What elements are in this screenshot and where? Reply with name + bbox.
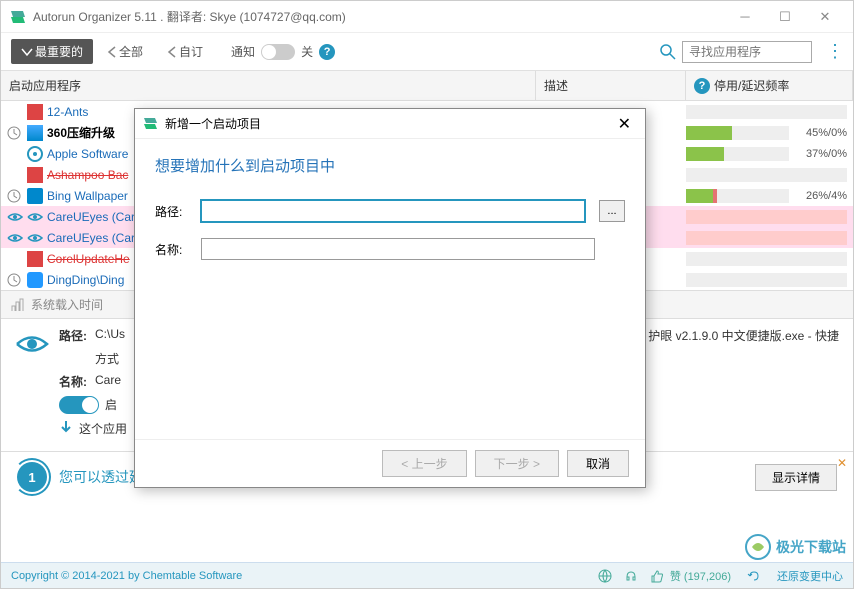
tip-badge: 1 [17, 462, 47, 492]
browse-button[interactable]: ... [599, 200, 625, 222]
freq-text: 45%/0% [793, 127, 847, 139]
toolbar: 最重要的 全部 自订 通知 关 ? ⋮ [1, 33, 853, 71]
col-header-app[interactable]: 启动应用程序 [1, 71, 536, 100]
window-title: Autorun Organizer 5.11 . 翻译者: Skye (1074… [33, 8, 725, 25]
notify-off-label: 关 [301, 43, 313, 60]
app-name: CareUEyes (Car [47, 231, 135, 245]
name-label: 名称: [59, 373, 95, 390]
filter-custom[interactable]: 自订 [157, 39, 213, 64]
clock-icon [7, 273, 21, 287]
method-label: 方式 [95, 350, 119, 367]
copyright: Copyright © 2014-2021 by Chemtable Softw… [11, 570, 592, 582]
path-input[interactable] [201, 200, 585, 222]
dialog-body: 想要增加什么到启动项目中 路径: ... 名称: [135, 139, 645, 439]
dialog-footer: < 上一步 下一步 > 取消 [135, 439, 645, 487]
menu-button[interactable]: ⋮ [826, 41, 843, 62]
app-name: 12-Ants [47, 105, 88, 119]
cancel-button[interactable]: 取消 [567, 450, 629, 477]
add-startup-dialog: 新增一个启动项目 ✕ 想要增加什么到启动项目中 路径: ... 名称: < 上一… [134, 108, 646, 488]
chevron-left-icon [107, 46, 117, 58]
watermark-logo-icon [744, 533, 772, 561]
notify-group: 通知 关 ? [231, 43, 335, 60]
path-suffix: 护眼 v2.1.9.0 中文便捷版.exe - 快捷 [648, 327, 839, 344]
prev-button[interactable]: < 上一步 [382, 450, 466, 477]
path-label: 路径: [59, 327, 95, 344]
show-details-button[interactable]: 显示详情 [755, 464, 837, 491]
path-field-label: 路径: [155, 203, 191, 220]
dialog-title: 新增一个启动项目 [165, 115, 612, 132]
chevron-left-icon [167, 46, 177, 58]
app-hint: 这个应用 [79, 420, 127, 437]
search-input[interactable] [682, 41, 812, 63]
next-button[interactable]: 下一步 > [475, 450, 559, 477]
search-icon [660, 44, 676, 60]
filter-all-label: 全部 [119, 43, 143, 60]
thumbs-up-icon[interactable] [650, 569, 664, 583]
app-name: CareUEyes (Car [47, 210, 135, 224]
freq-text: 37%/0% [793, 148, 847, 160]
restore-link[interactable]: 还原变更中心 [777, 568, 843, 584]
chevron-down-icon [21, 47, 33, 57]
enable-toggle[interactable] [59, 396, 99, 414]
path-value: C:\Us [95, 327, 125, 341]
close-button[interactable]: ✕ [805, 2, 845, 32]
dialog-titlebar: 新增一个启动项目 ✕ [135, 109, 645, 139]
headset-icon[interactable] [624, 569, 638, 583]
help-icon[interactable]: ? [319, 44, 335, 60]
name-field-label: 名称: [155, 241, 191, 258]
name-input[interactable] [201, 238, 595, 260]
app-name: DingDing\Ding [47, 273, 124, 287]
titlebar: Autorun Organizer 5.11 . 翻译者: Skye (1074… [1, 1, 853, 33]
search-box [660, 41, 812, 63]
app-name: Ashampoo Bac [47, 168, 128, 182]
filter-custom-label: 自订 [179, 43, 203, 60]
notify-toggle[interactable] [261, 44, 295, 60]
app-name: 360压缩升级 [47, 124, 115, 141]
notify-label: 通知 [231, 43, 255, 60]
enabled-label: 启 [105, 396, 117, 413]
watermark-text: 极光下载站 [776, 537, 846, 557]
column-headers: 启动应用程序 描述 ? 停用/延迟频率 [1, 71, 853, 101]
app-name: CorelUpdateHe [47, 252, 130, 266]
minimize-button[interactable]: ─ [725, 2, 765, 32]
maximize-button[interactable]: ☐ [765, 2, 805, 32]
likes-label[interactable]: 赞 (197,206) [670, 568, 731, 584]
help-icon[interactable]: ? [694, 78, 710, 94]
dialog-close-button[interactable]: ✕ [612, 114, 637, 134]
freq-text: 26%/4% [793, 190, 847, 202]
app-name: Apple Software [47, 147, 128, 161]
eye-icon [7, 211, 23, 223]
dialog-question: 想要增加什么到启动项目中 [155, 155, 625, 176]
globe-icon[interactable] [598, 569, 612, 583]
filter-label: 最重要的 [35, 43, 83, 60]
eye-icon [15, 327, 49, 361]
app-logo-icon [143, 116, 159, 132]
app-logo-icon [9, 8, 27, 26]
path-field-row: 路径: ... [155, 200, 625, 222]
name-field-row: 名称: [155, 238, 625, 260]
clock-icon [7, 126, 21, 140]
clock-icon [7, 189, 21, 203]
statusbar: Copyright © 2014-2021 by Chemtable Softw… [1, 562, 853, 588]
col-header-desc[interactable]: 描述 [536, 71, 686, 100]
watermark: 极光下载站 [744, 533, 846, 561]
col-header-freq-label: 停用/延迟频率 [714, 77, 789, 94]
name-value: Care [95, 373, 121, 387]
restore-icon[interactable] [747, 569, 761, 583]
close-tip-button[interactable]: ✕ [837, 456, 847, 470]
section-label: 系统载入时间 [31, 296, 103, 313]
filter-most-important[interactable]: 最重要的 [11, 39, 93, 64]
arrow-down-icon [59, 420, 73, 434]
filter-all[interactable]: 全部 [97, 39, 153, 64]
col-header-freq[interactable]: ? 停用/延迟频率 [686, 71, 853, 100]
app-name: Bing Wallpaper [47, 189, 128, 203]
chart-icon [11, 298, 25, 312]
eye-icon [7, 232, 23, 244]
